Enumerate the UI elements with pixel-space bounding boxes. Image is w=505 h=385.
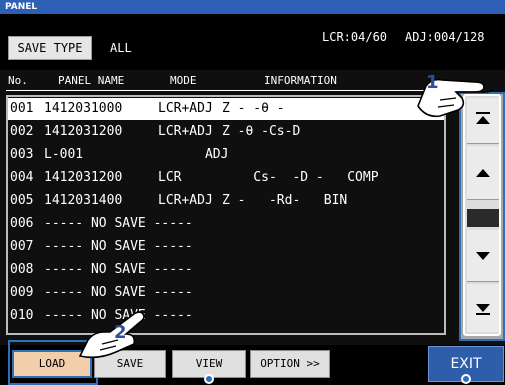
triangle-down-bar-icon [476, 304, 490, 312]
page-down-button[interactable] [467, 230, 499, 282]
column-mode: MODE [170, 74, 197, 87]
save-type-value: ALL [110, 41, 132, 55]
panel-row-003[interactable]: 003 L-001 ADJ [8, 144, 444, 166]
panel-row-002[interactable]: 002 1412031200 LCR+ADJ Z -θ -Cs-D [8, 121, 444, 143]
panel-row-008[interactable]: 008 ----- NO SAVE ----- [8, 259, 444, 281]
panel-row-006[interactable]: 006 ----- NO SAVE ----- [8, 213, 444, 235]
panel-list: 001 1412031000 LCR+ADJ Z - -θ - 002 1412… [6, 95, 446, 335]
header-divider [6, 90, 446, 91]
page-up-button[interactable] [467, 146, 499, 200]
triangle-up-icon [476, 169, 490, 177]
scroll-bottom-button[interactable] [467, 284, 499, 332]
bar-icon [476, 313, 490, 315]
column-no: No. [8, 74, 28, 87]
pointing-hand-icon [417, 78, 493, 118]
scroll-panel [459, 92, 505, 341]
adj-counter: ADJ:004/128 [405, 30, 485, 44]
panel-row-007[interactable]: 007 ----- NO SAVE ----- [8, 236, 444, 258]
panel-row-009[interactable]: 009 ----- NO SAVE ----- [8, 282, 444, 304]
callout-1-label: 1 [426, 72, 439, 93]
panel-row-005[interactable]: 005 1412031400 LCR+ADJ Z - -Rd- BIN [8, 190, 444, 212]
scroll-thumb[interactable] [467, 209, 499, 227]
panel-row-004[interactable]: 004 1412031200 LCR Cs- -D - COMP [8, 167, 444, 189]
column-information: INFORMATION [264, 74, 337, 87]
save-type-button[interactable]: SAVE TYPE [8, 36, 92, 60]
lcr-counter: LCR:04/60 [322, 30, 388, 44]
triangle-down-icon [476, 252, 490, 260]
exit-marker-dot [461, 374, 471, 384]
view-marker-dot [204, 374, 214, 384]
title-bar: PANEL [0, 0, 505, 14]
panel-row-001[interactable]: 001 1412031000 LCR+ADJ Z - -θ - [8, 98, 444, 120]
column-header: No. PANEL NAME MODE INFORMATION [6, 73, 446, 89]
column-panel-name: PANEL NAME [58, 74, 125, 87]
panel-screen: PANEL SAVE TYPE ALL LCR:04/60 ADJ:004/12… [0, 0, 505, 385]
callout-2-label: 2 [114, 322, 127, 343]
option-button[interactable]: OPTION >> [250, 350, 330, 378]
scroll-frame [463, 94, 501, 336]
panel-row-010[interactable]: 010 ----- NO SAVE ----- [8, 305, 444, 327]
